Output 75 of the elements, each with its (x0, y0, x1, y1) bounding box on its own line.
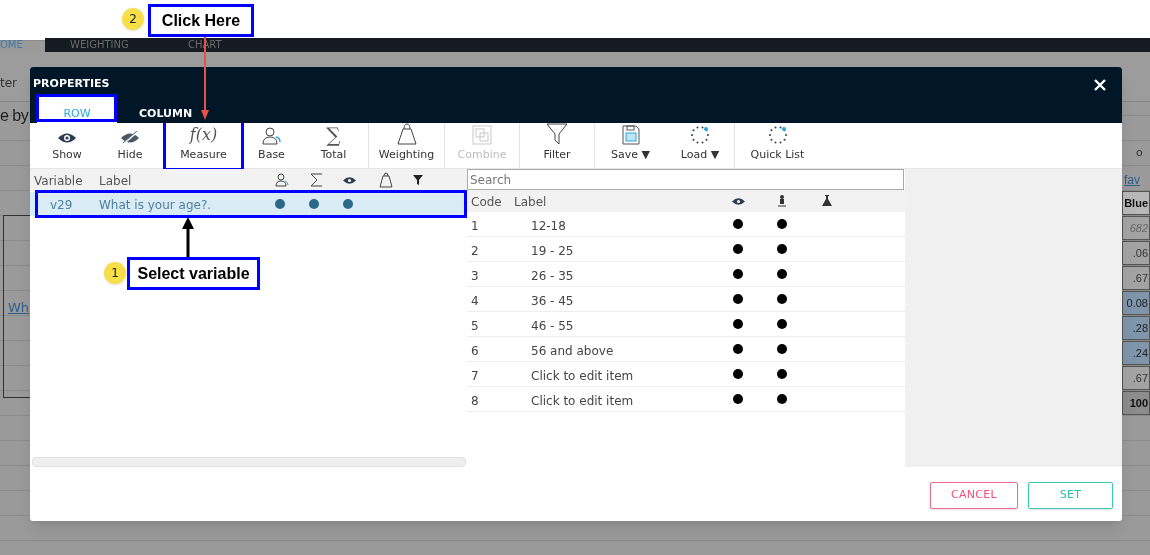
step-badge: 2 (122, 8, 144, 30)
toolbar-button[interactable]: Hide (97, 123, 163, 168)
toolbar-button[interactable]: Show (37, 123, 97, 168)
table-cell-text: 56 and above (531, 343, 614, 360)
table-cell-text: 7 (471, 368, 479, 385)
table-cell-text: v29 (50, 197, 73, 214)
function-icon: f(x) (189, 125, 218, 145)
table-cell: Blue (1122, 191, 1150, 215)
eye-slash-icon (120, 131, 140, 145)
sigma-icon: ∑ (326, 125, 341, 145)
column-header: o (1136, 145, 1143, 161)
table-cell-text: 5 (471, 318, 479, 335)
callout-label: Click Here (148, 4, 254, 37)
toolbar-button[interactable]: ∑ Total (299, 123, 368, 168)
column-heading: Label (514, 194, 547, 211)
bag-icon (379, 172, 393, 188)
table-cell-text: 4 (471, 293, 479, 310)
table-cell-text: Click to edit item (531, 393, 634, 410)
table-cell: 682 (1122, 216, 1150, 240)
toolbar-button[interactable]: Filter (519, 123, 594, 168)
flask-icon (822, 195, 832, 206)
funnel-icon (413, 175, 423, 185)
table-cell: .67 (1122, 266, 1150, 290)
table-cell-text: 19 - 25 (531, 243, 574, 260)
toolbar-label: ter (0, 75, 18, 92)
table-cell: .24 (1122, 341, 1150, 365)
toolbar-button[interactable]: Load ▼ (666, 123, 734, 168)
eye-icon (343, 176, 356, 185)
sigma-icon (309, 172, 323, 188)
table-cell-text: 46 - 55 (531, 318, 574, 335)
table-cell: .06 (1122, 241, 1150, 265)
toolbar-button: Combine (444, 123, 519, 168)
toolbar-button[interactable]: f(x) Measure (166, 123, 241, 168)
table-cell-text: 26 - 35 (531, 268, 574, 285)
table-cell: 0.08 (1122, 291, 1150, 315)
eye-icon (57, 131, 77, 145)
users-icon (275, 173, 289, 187)
column-heading: Code (471, 194, 502, 211)
search-field[interactable]: Search (467, 169, 904, 190)
table-cell: .67 (1122, 366, 1150, 390)
funnel-icon (546, 123, 568, 145)
column-heading: Variable (34, 173, 83, 190)
cancel-button[interactable]: CANCEL (930, 482, 1018, 509)
users-icon (261, 127, 282, 145)
table-cell-text: 3 (471, 268, 479, 285)
table-cell-text: 36 - 45 (531, 293, 574, 310)
table-cell-text: 8 (471, 393, 479, 410)
table-cell-text: 2 (471, 243, 479, 260)
horizontal-scrollbar[interactable] (32, 457, 466, 467)
bag-icon (395, 123, 418, 145)
column-heading: Label (99, 173, 132, 190)
floppy-icon (621, 125, 640, 145)
toolbar-button[interactable]: Quick List (734, 123, 820, 168)
table-cell-text: Click to edit item (531, 368, 634, 385)
toolbar-button[interactable]: Save ▼ (594, 123, 666, 168)
combine-icon (472, 125, 492, 145)
variable-row[interactable]: v29 What is your age?. (30, 192, 467, 216)
dialog-tab[interactable]: COLUMN (139, 95, 193, 123)
callout-label: Select variable (127, 257, 260, 290)
table-cell-text: What is your age?. (99, 197, 212, 214)
table-cell: 100 (1122, 391, 1150, 415)
page-heading: e by (0, 106, 29, 126)
toolbar-button[interactable]: Weighting (368, 123, 444, 168)
pointer-arrow (182, 217, 194, 257)
dotted-circle-icon (690, 125, 710, 145)
table-cell-text: 6 (471, 343, 479, 360)
dotted-circle-icon (767, 125, 788, 145)
table-cell-text: 1 (471, 218, 479, 235)
eye-icon (732, 197, 745, 206)
close-icon (1093, 78, 1107, 92)
dialog-title: PROPERTIES (33, 76, 110, 92)
toolbar-button[interactable]: Base (244, 123, 299, 168)
person-icon (778, 195, 786, 207)
table-cell-text: 12-18 (531, 218, 566, 235)
table-cell: .28 (1122, 316, 1150, 340)
